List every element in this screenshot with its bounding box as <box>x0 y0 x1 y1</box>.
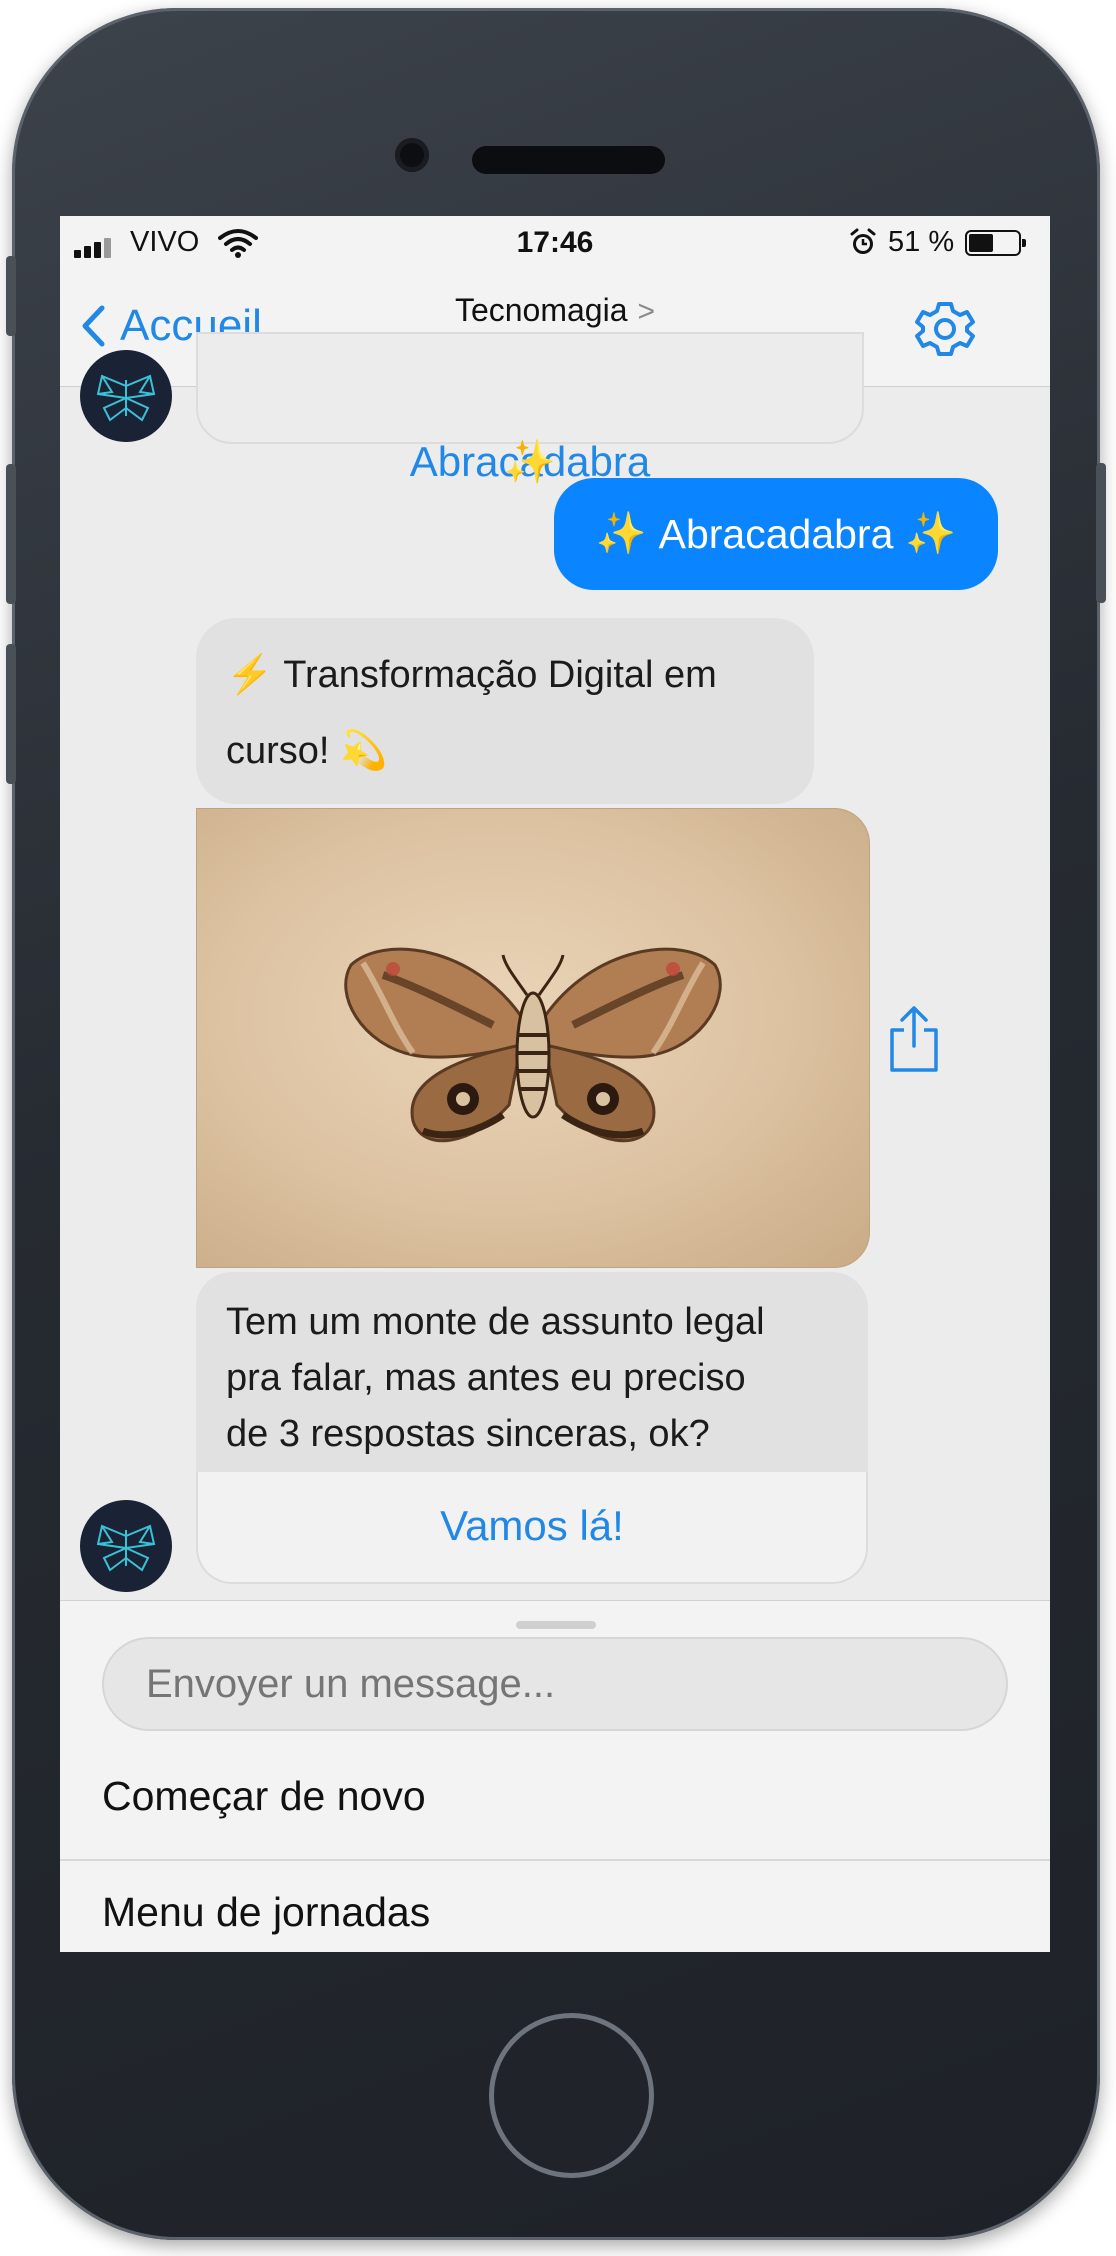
bot-question-line-1: Tem um monte de assunto legal <box>226 1301 765 1343</box>
page-title: Tecnomagia <box>454 292 628 328</box>
moth-image[interactable] <box>196 808 870 1268</box>
butterfly-logo-icon <box>96 1524 156 1572</box>
dizzy-star-icon: 💫 <box>340 730 388 772</box>
alarm-icon <box>850 228 876 254</box>
chevron-right-icon: > <box>637 295 656 328</box>
message-input[interactable] <box>102 1637 1008 1731</box>
earpiece <box>472 146 665 174</box>
power-button <box>1096 463 1106 603</box>
conversation-title[interactable]: Tecnomagia > <box>60 292 1050 329</box>
screen: VIVO 17:46 51 % Accueil Tecnomagia > ✨ A… <box>60 216 1050 1952</box>
home-button[interactable] <box>489 2013 654 2178</box>
previous-quick-reply: ✨ Abracadabra ✨ <box>196 332 864 485</box>
composer-panel: Começar de novo Menu de jornadas <box>60 1600 1050 1952</box>
butterfly-logo-icon <box>96 374 156 422</box>
bot-question-bubble: Tem um monte de assunto legal pra falar,… <box>196 1272 868 1472</box>
volume-up-button <box>6 464 16 604</box>
battery-icon <box>965 230 1026 256</box>
menu-item-journeys[interactable]: Menu de jornadas <box>102 1889 430 1936</box>
user-message-bubble: ✨ Abracadabra ✨ <box>554 478 998 590</box>
divider <box>60 1859 1050 1861</box>
menu-item-start-over[interactable]: Começar de novo <box>102 1773 426 1820</box>
user-message-text: Abracadabra <box>658 510 894 557</box>
drag-handle[interactable] <box>516 1621 596 1629</box>
status-bar: VIVO 17:46 51 % <box>60 216 1050 270</box>
lightning-icon: ⚡ <box>226 654 274 696</box>
bot-avatar <box>80 350 172 442</box>
quick-reply-button[interactable]: Vamos lá! <box>196 1472 868 1584</box>
mute-switch <box>6 256 16 336</box>
gear-icon[interactable] <box>914 298 976 360</box>
moth-illustration <box>344 947 722 1143</box>
volume-down-button <box>6 644 16 784</box>
sparkles-icon: ✨ <box>905 510 957 556</box>
sparkles-icon: ✨ <box>595 510 647 556</box>
bot-avatar <box>80 1500 172 1592</box>
bot-question-line-2: pra falar, mas antes eu preciso <box>226 1357 746 1399</box>
front-camera <box>395 138 429 172</box>
bot-message-bubble: ⚡ Transformação Digital em curso! 💫 <box>196 618 814 804</box>
battery-percent: 51 % <box>888 226 955 258</box>
bot-message-line-2: curso! <box>226 730 330 772</box>
bot-question-line-3: de 3 respostas sinceras, ok? <box>226 1413 710 1455</box>
bot-message-line-1: Transformação Digital em <box>283 654 717 696</box>
share-icon[interactable] <box>886 1002 942 1074</box>
